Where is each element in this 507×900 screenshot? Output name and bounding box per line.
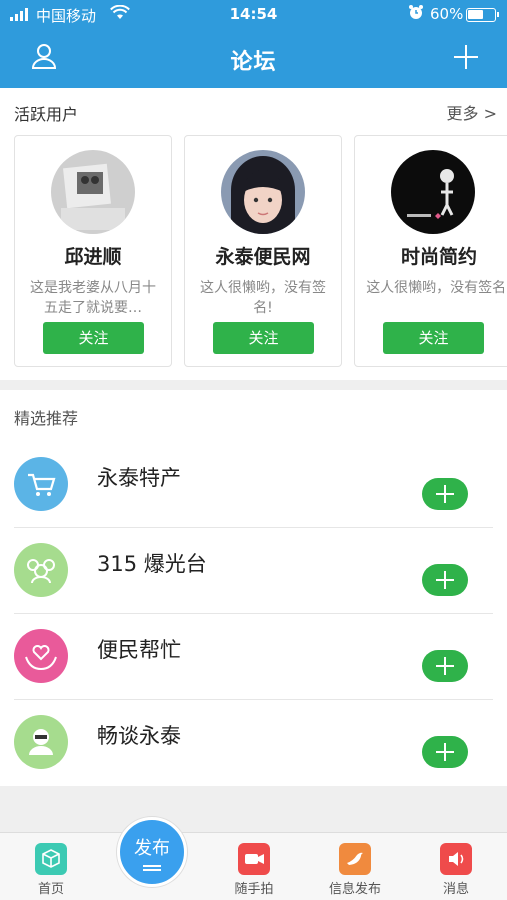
user-card[interactable]: 时尚简约 这人很懒哟，没有签名! 关注 <box>354 135 507 367</box>
tab-messages[interactable]: 消息 <box>421 843 491 897</box>
user-signature: 这人很懒哟，没有签名! <box>200 280 326 316</box>
tab-label: 随手拍 <box>234 882 274 897</box>
user-name: 永泰便民网 <box>215 246 311 268</box>
section-title: 精选推荐 <box>14 409 79 428</box>
page-title: 论坛 <box>230 50 277 75</box>
add-forum-button[interactable] <box>422 650 468 682</box>
publish-label: 发布 <box>134 838 170 859</box>
user-name: 邱进顺 <box>64 246 122 268</box>
publish-button[interactable]: 发布 <box>117 817 187 887</box>
tab-label: 首页 <box>37 882 64 897</box>
speaker-icon <box>440 843 472 875</box>
tab-label: 信息发布 <box>328 882 381 897</box>
list-item[interactable]: 315 爆光台 <box>0 528 507 614</box>
user-card[interactable]: 邱进顺 这是我老婆从八月十五走了就说要… 关注 <box>14 135 172 367</box>
follow-button[interactable]: 关注 <box>43 322 144 354</box>
section-title: 活跃用户 <box>14 105 79 124</box>
list-item[interactable]: 畅谈永泰 <box>0 700 507 786</box>
user-signature: 这人很懒哟，没有签名! <box>366 280 507 296</box>
battery-percent: 60% <box>430 5 464 23</box>
avatar <box>51 150 135 234</box>
forum-name: 畅谈永泰 <box>97 724 181 748</box>
tab-label: 消息 <box>442 882 469 897</box>
video-camera-icon <box>238 843 270 875</box>
forum-name: 便民帮忙 <box>97 638 181 662</box>
bird-icon <box>339 843 371 875</box>
tab-snapshot[interactable]: 随手拍 <box>219 843 289 897</box>
people-icon <box>14 543 68 597</box>
alarm-icon <box>408 4 424 24</box>
list-item[interactable]: 便民帮忙 <box>0 614 507 700</box>
menu-lines-icon <box>143 865 161 871</box>
forum-name: 永泰特产 <box>97 466 181 490</box>
shopping-cart-icon <box>14 457 68 511</box>
user-name: 时尚简约 <box>400 246 477 268</box>
more-link[interactable]: 更多 > <box>447 100 498 124</box>
bottom-tab-bar: 首页 随手拍 信息发布 消息 <box>0 832 507 900</box>
home-cube-icon <box>35 843 67 875</box>
list-item[interactable]: 永泰特产 <box>0 442 507 528</box>
battery-icon <box>466 8 499 22</box>
tab-info-publish[interactable]: 信息发布 <box>320 843 390 897</box>
add-forum-button[interactable] <box>422 564 468 596</box>
active-users-section: 活跃用户 更多 > 邱进顺 这是我老婆从八月十五走了就说要… 关注 永泰便民网 … <box>0 88 507 380</box>
avatar <box>391 150 475 234</box>
add-forum-button[interactable] <box>422 478 468 510</box>
avatar <box>221 150 305 234</box>
tab-home[interactable]: 首页 <box>16 843 86 897</box>
top-bar: 中国移动 14:54 60% 论坛 <box>0 0 507 88</box>
heart-hands-icon <box>14 629 68 683</box>
follow-button[interactable]: 关注 <box>383 322 484 354</box>
user-signature: 这是我老婆从八月十五走了就说要… <box>30 280 156 316</box>
recommend-section: 精选推荐 永泰特产 315 爆光台 便民帮忙 畅谈永泰 <box>0 390 507 786</box>
person-icon <box>14 715 68 769</box>
user-card[interactable]: 永泰便民网 这人很懒哟，没有签名! 关注 <box>184 135 342 367</box>
add-post-icon[interactable] <box>452 43 480 71</box>
add-forum-button[interactable] <box>422 736 468 768</box>
follow-button[interactable]: 关注 <box>213 322 314 354</box>
forum-name: 315 爆光台 <box>97 552 207 576</box>
status-bar: 中国移动 14:54 60% <box>0 0 507 30</box>
